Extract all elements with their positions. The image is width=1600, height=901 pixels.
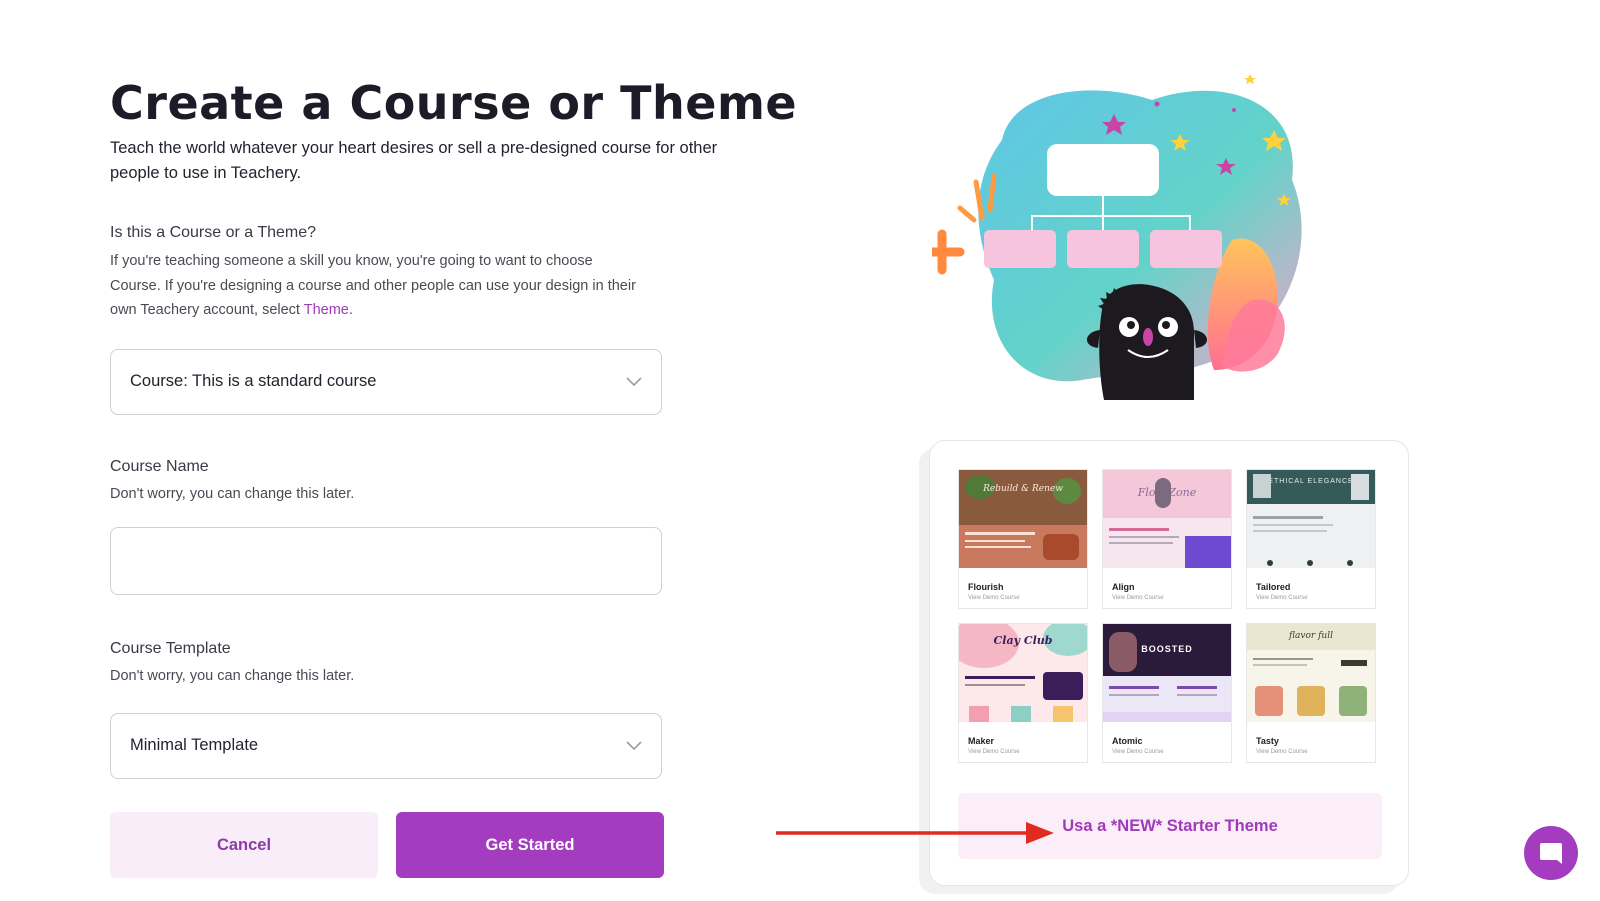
chat-button[interactable] [1524, 826, 1578, 880]
type-description-text: If you're teaching someone a skill you k… [110, 253, 636, 318]
annotation-arrow [776, 822, 1054, 844]
type-description-end: . [348, 302, 353, 318]
theme-name: Align [1112, 582, 1135, 592]
theme-name: Maker [968, 736, 995, 746]
theme-card-flourish[interactable]: Rebuild & Renew Flourish View Demo Cours… [958, 469, 1088, 609]
page-subtitle: Teach the world whatever your heart desi… [110, 139, 718, 182]
course-template-hint: Don't worry, you can change this later. [110, 668, 355, 684]
view-demo-link[interactable]: View Demo Course [1112, 749, 1164, 755]
template-select-value: Minimal Template [130, 736, 259, 754]
course-name-input[interactable] [110, 527, 662, 595]
view-demo-link[interactable]: View Demo Course [968, 595, 1020, 601]
view-demo-link[interactable]: View Demo Course [968, 749, 1020, 755]
theme-thumb-text: flavor full [1289, 631, 1333, 641]
view-demo-link[interactable]: View Demo Course [1256, 749, 1308, 755]
theme-link[interactable]: Theme [304, 302, 349, 318]
theme-thumb-text: Rebuild & Renew [983, 484, 1063, 494]
course-name-label: Course Name [110, 458, 209, 475]
chevron-down-icon [626, 377, 642, 387]
theme-thumbnail: BOOSTED [1103, 624, 1231, 722]
theme-name: Tailored [1256, 582, 1291, 592]
view-demo-link[interactable]: View Demo Course [1256, 595, 1308, 601]
type-select[interactable]: Course: This is a standard course [110, 349, 662, 415]
theme-thumbnail: Rebuild & Renew [959, 470, 1087, 568]
course-illustration [932, 74, 1302, 400]
theme-card-atomic[interactable]: BOOSTED Atomic View Demo Course [1102, 623, 1232, 763]
theme-thumb-text: Clay Club [993, 634, 1053, 647]
theme-card-align[interactable]: Flow Zone Align View Demo Course [1102, 469, 1232, 609]
chevron-down-icon [626, 741, 642, 751]
theme-thumbnail: Clay Club [959, 624, 1087, 722]
view-demo-link[interactable]: View Demo Course [1112, 595, 1164, 601]
theme-card-tailored[interactable]: ETHICAL ELEGANCE Tailored View Demo Cour… [1246, 469, 1376, 609]
cancel-button[interactable]: Cancel [110, 812, 378, 878]
theme-name: Flourish [968, 582, 1004, 592]
theme-thumbnail: flavor full [1247, 624, 1375, 722]
theme-card-tasty[interactable]: flavor full Tasty View Demo Course [1246, 623, 1376, 763]
theme-name: Atomic [1112, 736, 1143, 746]
theme-thumbnail: ETHICAL ELEGANCE [1247, 470, 1375, 568]
theme-card-maker[interactable]: Clay Club Maker View Demo Course [958, 623, 1088, 763]
chat-bubble-icon [1540, 843, 1562, 864]
type-select-value: Course: This is a standard course [130, 372, 377, 390]
theme-thumb-text: BOOSTED [1141, 644, 1193, 654]
type-label: Is this a Course or a Theme? [110, 224, 317, 241]
course-template-label: Course Template [110, 640, 231, 657]
theme-name: Tasty [1256, 736, 1279, 746]
course-name-hint: Don't worry, you can change this later. [110, 486, 355, 502]
type-description: If you're teaching someone a skill you k… [110, 249, 640, 323]
theme-thumbnail: Flow Zone [1103, 470, 1231, 568]
template-select[interactable]: Minimal Template [110, 713, 662, 779]
get-started-button[interactable]: Get Started [396, 812, 664, 878]
page-title: Create a Course or Theme [110, 76, 798, 130]
